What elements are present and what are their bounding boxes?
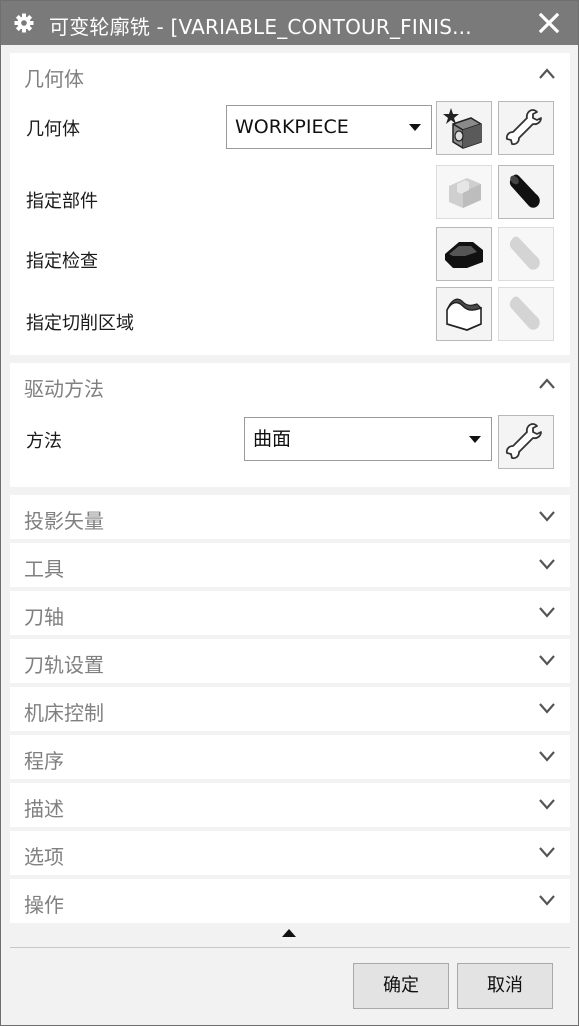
group-label: 机床控制 xyxy=(24,701,104,725)
chevron-down-icon[interactable] xyxy=(538,701,556,715)
chevron-up-icon[interactable] xyxy=(538,377,556,391)
dropdown-arrow-icon xyxy=(469,436,481,443)
close-icon[interactable] xyxy=(537,11,561,35)
flashlight-icon xyxy=(509,236,540,270)
group-label: 选项 xyxy=(24,845,64,869)
geometry-row: 几何体 WORKPIECE xyxy=(10,101,570,157)
geometry-row-label: 几何体 xyxy=(26,119,80,140)
dropdown-arrow-icon xyxy=(409,124,421,131)
chevron-down-icon[interactable] xyxy=(538,797,556,811)
group-label: 工具 xyxy=(24,557,64,581)
new-geometry-icon xyxy=(443,108,482,149)
footer-divider xyxy=(10,947,570,948)
specify-part-row: 指定部件 xyxy=(10,165,570,221)
actions-group[interactable]: 操作 xyxy=(10,879,570,923)
wrench-icon xyxy=(505,109,542,146)
group-label: 程序 xyxy=(24,749,64,773)
display-part-button[interactable] xyxy=(498,165,554,219)
options-group[interactable]: 选项 xyxy=(10,831,570,875)
ok-button[interactable]: 确定 xyxy=(353,963,449,1009)
chevron-down-icon[interactable] xyxy=(538,605,556,619)
cancel-button[interactable]: 取消 xyxy=(457,963,553,1009)
flashlight-icon xyxy=(509,296,540,330)
flashlight-icon xyxy=(509,174,540,208)
machine-control-group[interactable]: 机床控制 xyxy=(10,687,570,731)
chevron-down-icon[interactable] xyxy=(538,557,556,571)
tool-axis-group[interactable]: 刀轴 xyxy=(10,591,570,635)
method-select-value: 曲面 xyxy=(253,428,292,450)
edit-method-button[interactable] xyxy=(498,415,554,469)
group-label: 描述 xyxy=(24,797,64,821)
chevron-down-icon[interactable] xyxy=(538,845,556,859)
method-label: 方法 xyxy=(26,431,62,452)
description-group[interactable]: 描述 xyxy=(10,783,570,827)
path-settings-group[interactable]: 刀轨设置 xyxy=(10,639,570,683)
drive-method-group-label: 驱动方法 xyxy=(24,377,104,401)
chevron-down-icon[interactable] xyxy=(538,509,556,523)
specify-part-label: 指定部件 xyxy=(26,191,98,212)
chevron-down-icon[interactable] xyxy=(538,893,556,907)
select-cut-area-icon xyxy=(446,298,483,331)
group-label: 刀轴 xyxy=(24,605,64,629)
title-bar[interactable]: 可变轮廓铣 - [VARIABLE_CONTOUR_FINIS... xyxy=(1,1,578,45)
chevron-up-icon[interactable] xyxy=(538,67,556,81)
dialog-title: 可变轮廓铣 - [VARIABLE_CONTOUR_FINIS... xyxy=(49,15,472,39)
geometry-group: 几何体 几何体 WORKPIECE 指定部件 指定检查 指定切削区域 xyxy=(10,53,570,355)
wrench-icon xyxy=(505,423,542,460)
method-select[interactable]: 曲面 xyxy=(244,417,492,461)
select-check-icon xyxy=(445,242,483,268)
variable-contour-dialog: 可变轮廓铣 - [VARIABLE_CONTOUR_FINIS... 几何体 几… xyxy=(0,0,579,1026)
display-check-button[interactable] xyxy=(498,227,554,281)
specify-cut-area-row: 指定切削区域 xyxy=(10,287,570,343)
select-cut-area-button[interactable] xyxy=(436,287,492,341)
display-cut-area-button[interactable] xyxy=(498,287,554,341)
geometry-select[interactable]: WORKPIECE xyxy=(226,105,432,149)
new-geometry-button[interactable] xyxy=(436,101,492,155)
select-part-icon xyxy=(449,178,481,208)
specify-check-row: 指定检查 xyxy=(10,227,570,283)
group-label: 操作 xyxy=(24,893,64,917)
drive-method-group-header[interactable]: 驱动方法 xyxy=(10,363,570,407)
select-check-button[interactable] xyxy=(436,227,492,281)
gear-icon[interactable] xyxy=(13,12,35,34)
drive-method-group: 驱动方法 方法 曲面 xyxy=(10,363,570,487)
geometry-group-header[interactable]: 几何体 xyxy=(10,53,570,97)
chevron-down-icon[interactable] xyxy=(538,749,556,763)
group-label: 刀轨设置 xyxy=(24,653,104,677)
chevron-down-icon[interactable] xyxy=(538,653,556,667)
select-part-button[interactable] xyxy=(436,165,492,219)
geometry-group-label: 几何体 xyxy=(24,67,84,91)
collapse-up-arrow-icon[interactable] xyxy=(282,929,296,937)
tool-group[interactable]: 工具 xyxy=(10,543,570,587)
geometry-select-value: WORKPIECE xyxy=(235,116,349,138)
program-group[interactable]: 程序 xyxy=(10,735,570,779)
edit-geometry-button[interactable] xyxy=(498,101,554,155)
specify-cut-area-label: 指定切削区域 xyxy=(26,313,134,334)
projection-vector-group[interactable]: 投影矢量 xyxy=(10,495,570,539)
method-row: 方法 曲面 xyxy=(10,415,570,471)
specify-check-label: 指定检查 xyxy=(26,251,98,272)
group-label: 投影矢量 xyxy=(24,509,104,533)
